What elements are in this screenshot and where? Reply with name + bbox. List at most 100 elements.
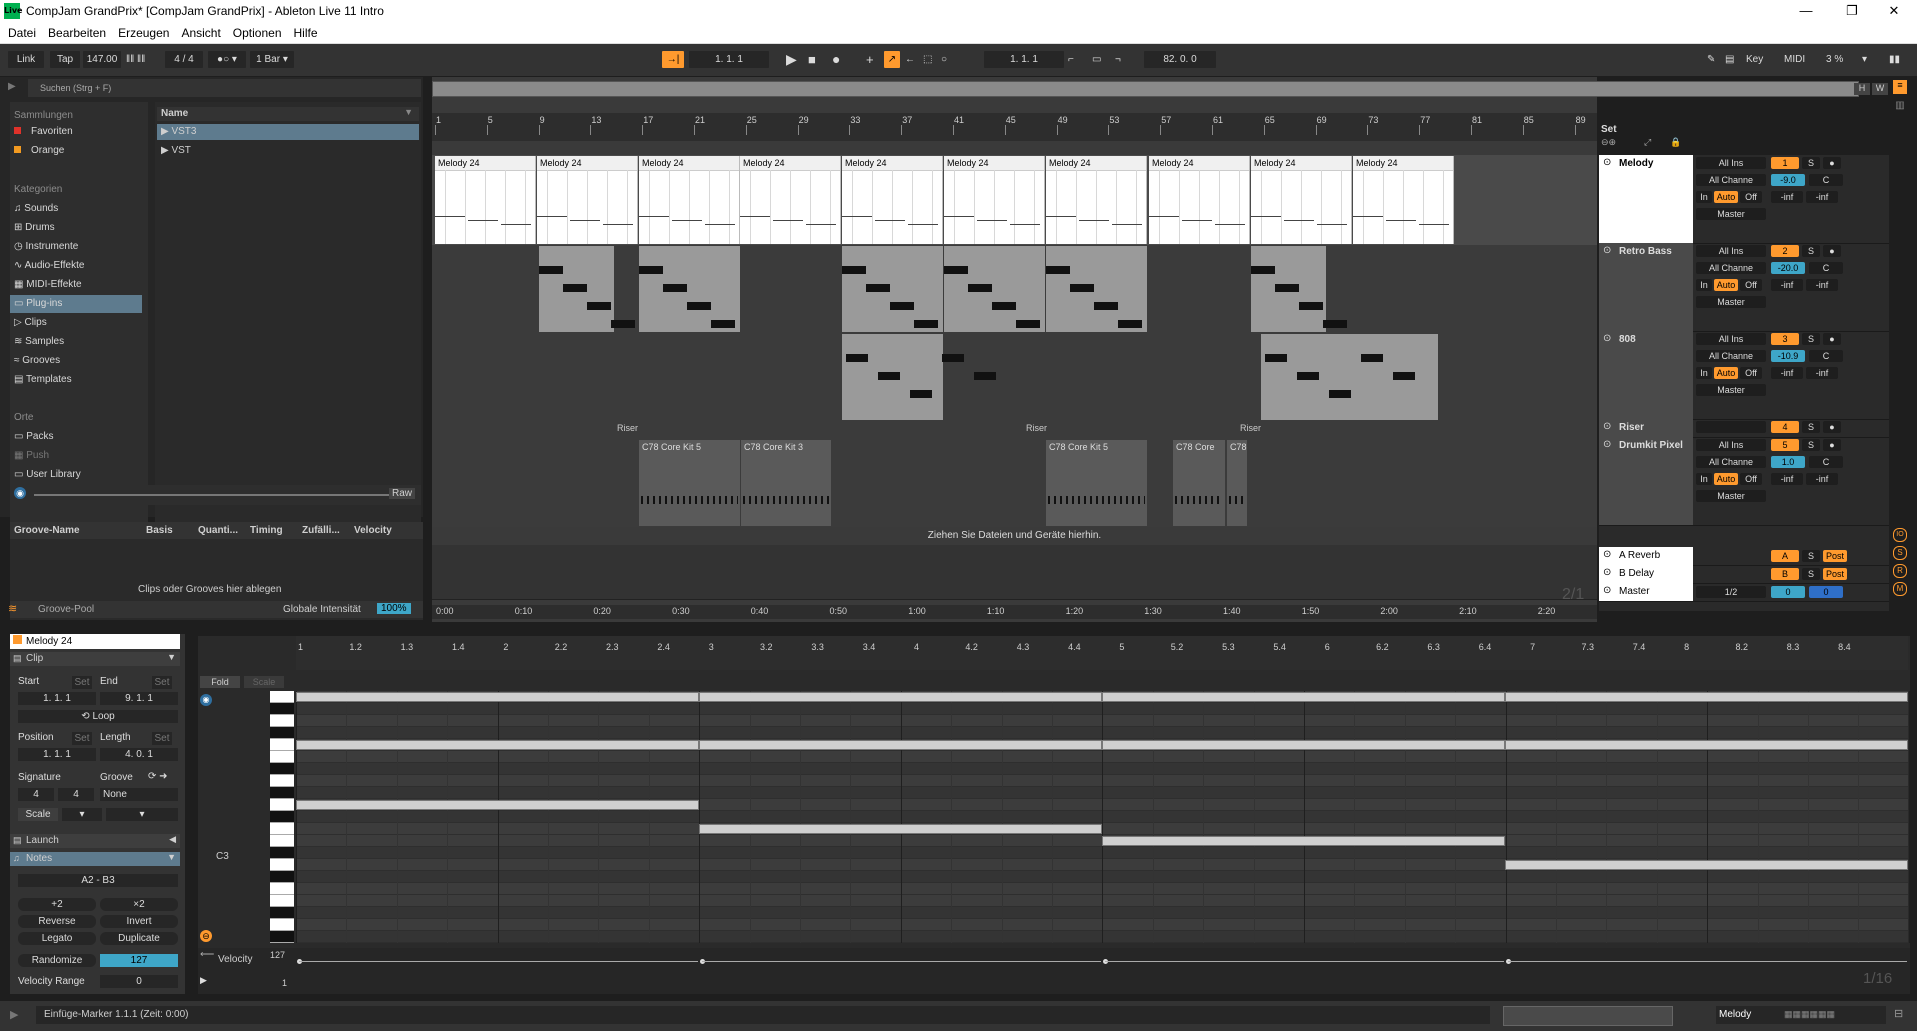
input-type-select[interactable]: All Ins [1696,157,1766,169]
pan-field[interactable]: C [1809,350,1843,362]
category-midi-effekte[interactable]: ▦ MIDI-Effekte [14,276,82,294]
return-solo-button[interactable]: S [1802,550,1820,562]
input-type-select[interactable]: All Ins [1696,245,1766,257]
pan-field[interactable]: C [1809,456,1843,468]
menu-datei[interactable]: Datei [8,26,36,40]
returns-toggle-icon[interactable]: R [1893,564,1907,578]
note-grid[interactable] [296,691,1910,943]
riser-clip[interactable]: Riser [1240,423,1261,433]
category-drums[interactable]: ⊞ Drums [14,219,55,237]
piano-keyboard[interactable] [270,691,294,943]
groove-pool-icon[interactable]: ≋ [8,602,17,615]
arm-button[interactable]: ● [1823,439,1841,451]
track-name-header[interactable]: ⊙ Drumkit Pixel [1599,437,1693,525]
loop-position-field[interactable]: 1. 1. 1 [18,748,96,761]
set-start-button[interactable]: Set [72,676,92,689]
minimize-button[interactable]: — [1783,0,1829,22]
category-clips[interactable]: ▷ Clips [14,314,47,332]
invert-button[interactable]: Invert [100,915,178,928]
draw-mode-icon[interactable]: ✎ [1707,51,1721,68]
scale-toggle[interactable]: Scale [18,808,58,821]
clip-start-field[interactable]: 1. 1. 1 [18,692,96,705]
volume-field[interactable]: -9.0 [1771,174,1805,186]
preview-bar[interactable]: ◉ Raw [10,485,421,505]
notes-section-header[interactable]: ♫ Notes ▼ [10,852,180,866]
tempo-field[interactable]: 147.00 [83,51,121,68]
velocity-expand-icon[interactable]: ▶ [200,975,207,986]
signature-field[interactable]: 4 / 4 [165,51,203,68]
menu-bearbeiten[interactable]: Bearbeiten [48,26,106,40]
melody-clip[interactable]: Melody 24 [537,156,638,244]
overdub-icon[interactable]: + [866,51,878,68]
arm-button[interactable]: ● [1823,245,1841,257]
black-key[interactable] [270,727,294,739]
white-key[interactable] [270,751,294,763]
expand-icon[interactable]: ⤢ [1644,137,1664,149]
sig-denominator-field[interactable]: 4 [58,788,94,801]
browser-toggle-icon[interactable]: ▶ [8,81,22,95]
track-fold-icon[interactable]: ⊙ [1603,549,1611,560]
track-activator-button[interactable]: 1 [1771,157,1799,169]
solo-button[interactable]: S [1802,439,1820,451]
meter-right[interactable]: -inf [1806,473,1838,485]
arm-button[interactable]: ● [1823,157,1841,169]
clip-name-field[interactable]: Melody 24 [10,634,180,649]
io-toggle-icon[interactable]: IO [1893,528,1907,542]
collection-orange[interactable]: Orange [14,142,64,160]
solo-button[interactable]: S [1802,157,1820,169]
white-key[interactable] [270,823,294,835]
output-select[interactable]: Master [1696,490,1766,502]
cue-out-select[interactable]: 1/2 [1696,586,1766,598]
midi-map-button[interactable]: MIDI [1784,51,1814,68]
loop-switch-icon[interactable]: ▭ [1092,51,1108,68]
pan-field[interactable]: C [1809,174,1843,186]
volume-field[interactable]: -20.0 [1771,262,1805,274]
key-map-button[interactable]: Key [1746,51,1770,68]
quantize-menu[interactable]: 1 Bar ▾ [250,51,294,68]
meter-left[interactable]: -inf [1771,367,1803,379]
white-key[interactable] [270,775,294,787]
info-toggle-icon[interactable]: ▶ [10,1008,18,1021]
track-activator-button[interactable]: 3 [1771,333,1799,345]
loop-start-field[interactable]: 1. 1. 1 [984,51,1064,68]
midi-note[interactable] [1505,692,1908,702]
melody-clip[interactable]: Melody 24 [639,156,740,244]
double-length-button[interactable]: ×2 [100,898,178,911]
category-templates[interactable]: ▤ Templates [14,371,72,389]
drum-clip[interactable]: C78 Core Kit 5 [1046,440,1147,526]
white-key[interactable] [270,799,294,811]
clip-section-header[interactable]: ▤ Clip ▼ [10,652,180,666]
groove-hot-swap-icon[interactable]: ⟳ ➜ [148,771,168,782]
view-toggle-icon[interactable]: ▥ [1893,100,1907,114]
col-random[interactable]: Zufälli... [302,525,340,536]
monitor-auto-button[interactable]: Auto [1714,191,1738,203]
white-key[interactable] [270,739,294,751]
midi-note[interactable] [1102,836,1505,846]
meter-right[interactable]: -inf [1806,191,1838,203]
black-key[interactable] [270,931,294,943]
menu-erzeugen[interactable]: Erzeugen [118,26,169,40]
loop-length-field[interactable]: 4. 0. 1 [100,748,178,761]
monitor-off-button[interactable]: Off [1740,473,1762,485]
input-type-select[interactable]: All Ins [1696,333,1766,345]
meter-right[interactable]: -inf [1806,367,1838,379]
status-overview[interactable] [1503,1006,1673,1026]
place-push[interactable]: ▦ Push [14,447,49,465]
melody-clip[interactable]: Melody 24 [740,156,841,244]
loop-length-field[interactable]: 82. 0. 0 [1144,51,1216,68]
track-fold-icon[interactable]: ⊙ [1603,585,1611,596]
monitor-in-button[interactable]: In [1696,279,1712,291]
stop-icon[interactable]: ■ [808,51,822,68]
master-name-header[interactable]: ⊙ Master [1599,583,1693,601]
monitor-auto-button[interactable]: Auto [1714,279,1738,291]
mixer-toggle-icon[interactable]: M [1893,582,1907,596]
legato-button[interactable]: Legato [18,932,96,945]
collection-favoriten[interactable]: Favoriten [14,123,73,141]
col-velocity[interactable]: Velocity [354,525,392,536]
retro-bass-clip[interactable] [944,246,1045,332]
black-key[interactable] [270,703,294,715]
category-samples[interactable]: ≋ Samples [14,333,64,351]
808-clip[interactable] [842,334,996,420]
midi-note[interactable] [1505,740,1908,750]
track-fold-icon[interactable]: ⊙ [1603,245,1611,256]
